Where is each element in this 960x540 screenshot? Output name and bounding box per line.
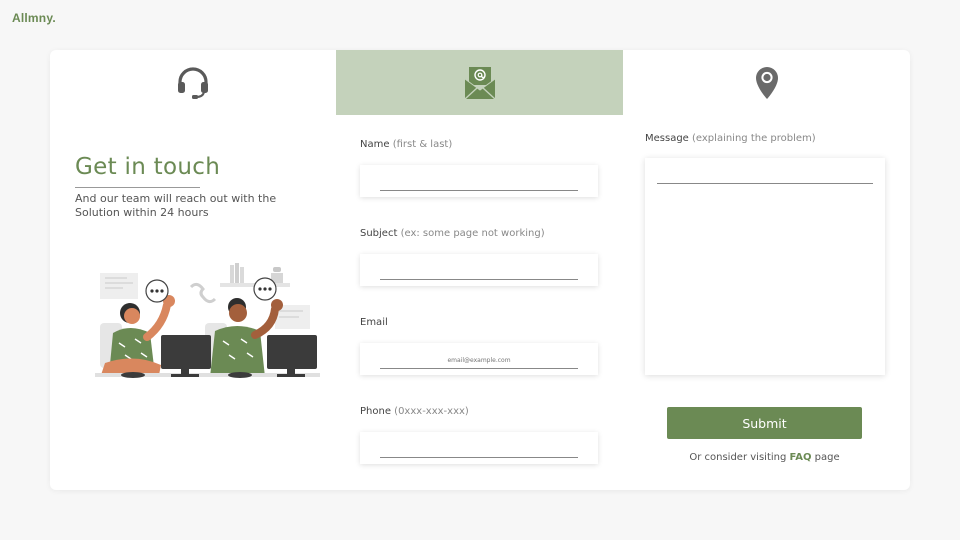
location-pin-icon — [755, 66, 778, 99]
email-label: Email — [360, 317, 388, 328]
subject-field-box — [360, 254, 598, 286]
faq-suffix: page — [814, 452, 840, 463]
page-title: Get in touch — [75, 154, 221, 180]
message-label: Message (explaining the problem) — [645, 133, 816, 144]
subject-input[interactable] — [380, 264, 578, 280]
message-hint: (explaining the problem) — [692, 133, 816, 144]
faq-prefix: Or consider visiting — [689, 452, 787, 463]
submit-button[interactable]: Submit — [667, 407, 862, 439]
subject-label: Subject (ex: some page not working) — [360, 228, 545, 239]
tab-location[interactable] — [623, 50, 910, 115]
message-label-text: Message — [645, 133, 689, 144]
message-textarea[interactable] — [657, 168, 873, 184]
brand-logo[interactable]: Allmny. — [12, 11, 56, 25]
intro-subtitle: And our team will reach out with the Sol… — [75, 192, 277, 219]
contact-card: Get in touch And our team will reach out… — [50, 50, 910, 490]
subject-label-text: Subject — [360, 228, 398, 239]
phone-label: Phone (0xxx-xxx-xxx) — [360, 406, 469, 417]
name-label-text: Name — [360, 139, 390, 150]
title-underline — [75, 187, 200, 188]
phone-hint: (0xxx-xxx-xxx) — [394, 406, 469, 417]
headset-icon — [178, 66, 208, 99]
email-field-box — [360, 343, 598, 375]
phone-input[interactable] — [380, 442, 578, 458]
tab-support[interactable] — [50, 50, 336, 115]
phone-field-box — [360, 432, 598, 464]
phone-label-text: Phone — [360, 406, 391, 417]
tab-email[interactable] — [336, 50, 623, 115]
name-hint: (first & last) — [392, 139, 453, 150]
subject-hint: (ex: some page not working) — [400, 228, 545, 239]
name-input[interactable] — [380, 175, 578, 191]
name-label: Name (first & last) — [360, 139, 452, 150]
message-field-box — [645, 158, 885, 375]
name-field-box — [360, 165, 598, 197]
email-input[interactable] — [380, 353, 578, 369]
faq-link[interactable]: FAQ — [790, 452, 812, 463]
envelope-icon — [464, 66, 495, 100]
email-label-text: Email — [360, 317, 388, 328]
faq-text: Or consider visiting FAQ page — [667, 452, 862, 463]
support-team-illustration — [95, 263, 320, 378]
